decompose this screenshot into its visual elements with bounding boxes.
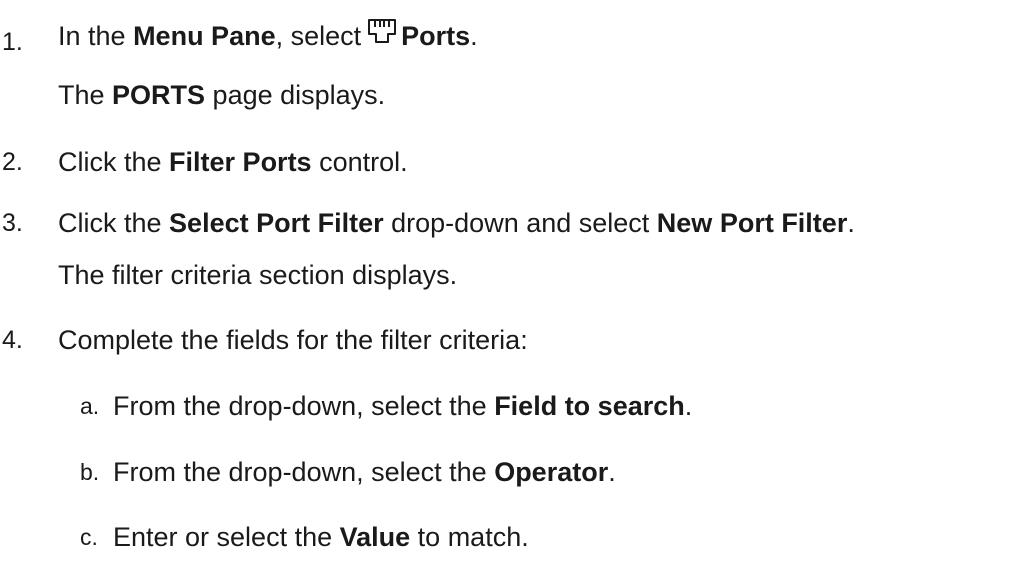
step-text: Click the Filter Ports control.: [58, 147, 408, 177]
step-number: 1.: [2, 28, 23, 56]
step-text: In the Menu Pane, select Ports.: [58, 18, 478, 52]
step-text: Complete the fields for the filter crite…: [58, 325, 528, 355]
substep-text: From the drop-down, select the Field to …: [113, 391, 693, 421]
substep-letter: b.: [80, 459, 100, 485]
ports-icon: [367, 18, 397, 46]
step-text: Click the Select Port Filter drop-down a…: [58, 208, 855, 238]
substep-text: Enter or select the Value to match.: [113, 522, 529, 552]
step-number: 2.: [2, 148, 23, 176]
step-number: 3.: [2, 209, 23, 237]
step-number: 4.: [2, 326, 23, 354]
substep-letter: c.: [80, 524, 98, 550]
substep-text: From the drop-down, select the Operator.: [113, 457, 616, 487]
substep-letter: a.: [80, 393, 100, 419]
